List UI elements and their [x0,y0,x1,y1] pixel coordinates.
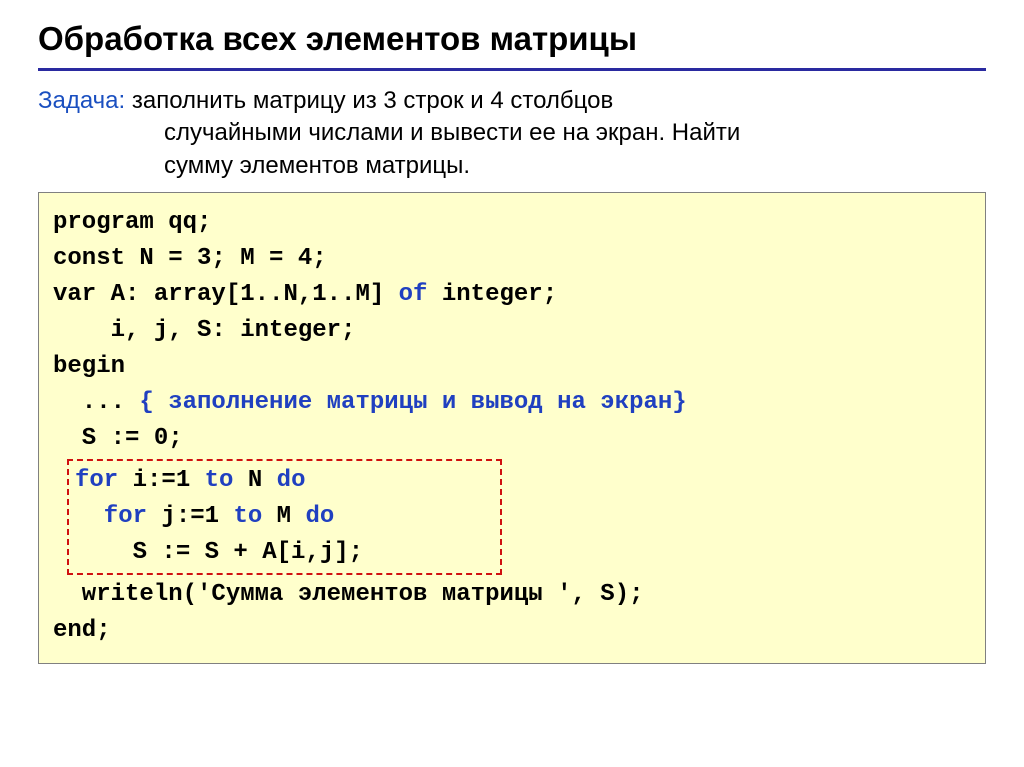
code-line: ... { заполнение матрицы и вывод на экра… [53,385,971,421]
code-line: for i:=1 to N do [75,463,494,499]
code-text: var A: array[1..N,1..M] [53,281,399,308]
code-text: j:=1 [147,503,233,530]
code-line: var A: array[1..N,1..M] of integer; [53,277,971,313]
task-label: Задача: [38,87,125,114]
code-keyword: for [75,503,147,530]
code-keyword: to [233,503,262,530]
code-line: program qq; [53,205,971,241]
code-block: program qq; const N = 3; M = 4; var A: a… [38,192,986,664]
code-comment: { заполнение матрицы и вывод на экран} [139,389,686,416]
slide-title: Обработка всех элементов матрицы [38,20,986,71]
code-line: begin [53,349,971,385]
code-keyword: do [277,467,306,494]
code-line: end; [53,613,971,649]
task-description: Задача: заполнить матрицу из 3 строк и 4… [38,85,986,182]
task-line2: случайными числами и вывести ее на экран… [38,117,986,149]
code-line: for j:=1 to M do [75,499,494,535]
code-line: i, j, S: integer; [53,313,971,349]
code-text: i:=1 [118,467,204,494]
code-text: ... [53,389,139,416]
code-line: S := 0; [53,421,971,457]
code-line: const N = 3; M = 4; [53,241,971,277]
code-keyword: do [305,503,334,530]
code-line: writeln('Сумма элементов матрицы ', S); [53,577,971,613]
code-line: S := S + A[i,j]; [75,535,494,571]
nested-loop-highlight: for i:=1 to N do for j:=1 to M do S := S… [67,459,502,575]
code-keyword: for [75,467,118,494]
code-keyword: to [205,467,234,494]
code-text: N [233,467,276,494]
task-line3: сумму элементов матрицы. [38,150,986,182]
code-keyword: of [399,281,428,308]
task-line1: заполнить матрицу из 3 строк и 4 столбцо… [125,87,613,114]
code-text: M [262,503,305,530]
code-text: integer; [427,281,557,308]
